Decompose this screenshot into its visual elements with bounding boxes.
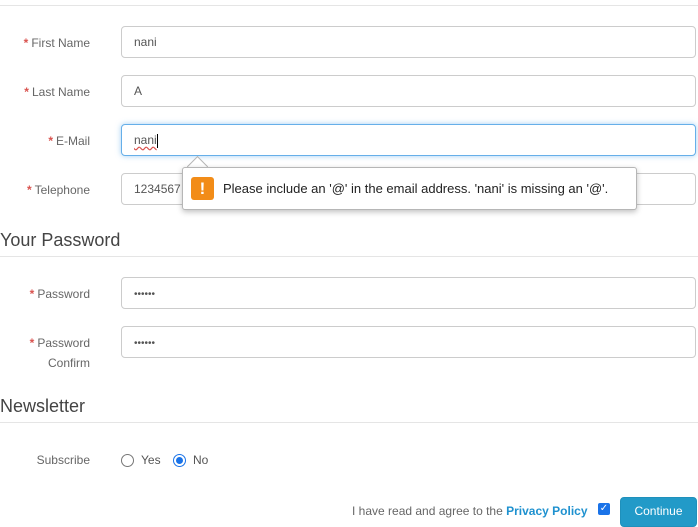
first-name-label: * First Name [23, 36, 90, 50]
warning-icon: ! [191, 177, 214, 200]
password-confirm-input[interactable]: •••••• [121, 326, 696, 358]
last-name-input[interactable]: A [121, 75, 696, 107]
required-asterisk: * [29, 336, 35, 350]
text-caret [156, 133, 158, 148]
password-label: * Password [29, 287, 90, 301]
password-section-title: Your Password [0, 230, 121, 250]
subscribe-no-label: No [193, 453, 209, 467]
privacy-policy-link[interactable]: Privacy Policy [506, 504, 587, 518]
subscribe-yes-label: Yes [141, 453, 161, 467]
last-name-label: * Last Name [24, 85, 90, 99]
newsletter-section-divider [0, 422, 698, 423]
top-divider [0, 5, 698, 6]
required-asterisk: * [26, 183, 32, 197]
email-value: nani [134, 133, 157, 147]
password-section-divider [0, 256, 698, 257]
email-label: * E-Mail [48, 134, 90, 148]
privacy-agreement-text: I have read and agree to the Privacy Pol… [352, 504, 588, 518]
required-asterisk: * [48, 134, 53, 148]
subscribe-yes-radio[interactable] [121, 454, 134, 467]
privacy-agree-checkbox[interactable]: ✓ [598, 503, 610, 515]
password-confirm-label: * Password Confirm [29, 336, 90, 370]
validation-message: Please include an '@' in the email addre… [223, 181, 609, 196]
required-asterisk: * [29, 287, 35, 301]
subscribe-label: Subscribe [36, 453, 90, 467]
required-asterisk: * [23, 36, 29, 50]
email-input[interactable]: nani [121, 124, 696, 156]
password-input[interactable]: •••••• [121, 277, 696, 309]
telephone-label: * Telephone [26, 183, 90, 197]
validation-tooltip: ! Please include an '@' in the email add… [182, 167, 637, 210]
required-asterisk: * [24, 85, 29, 99]
newsletter-section-title: Newsletter [0, 396, 86, 416]
continue-button[interactable]: Continue [620, 497, 697, 527]
subscribe-no-radio[interactable] [173, 454, 186, 467]
first-name-input[interactable]: nani [121, 26, 696, 58]
